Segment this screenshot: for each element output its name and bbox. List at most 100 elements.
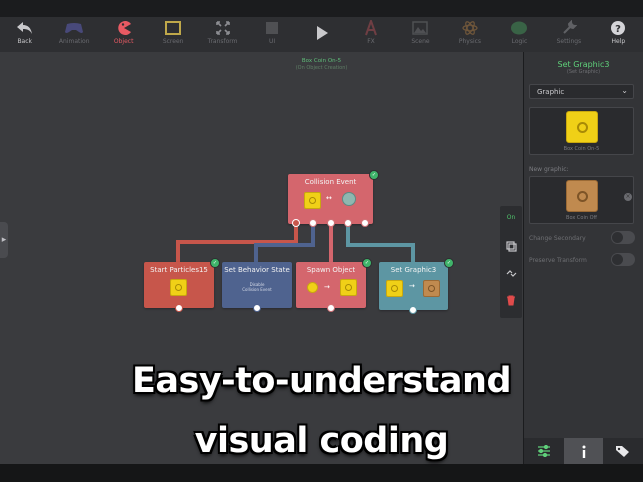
- toolbar-help-button[interactable]: ? Help: [594, 17, 643, 52]
- behavior-detail-2: Collision Event: [242, 287, 272, 292]
- node-collision-event[interactable]: Collision Event ↔ ✓: [288, 170, 379, 224]
- node-start-particles[interactable]: Start Particles15 ✓: [144, 258, 220, 308]
- toolbar-fx-button[interactable]: FX: [346, 17, 395, 52]
- coin-icon: [307, 282, 318, 293]
- particles-thumbnail: [170, 279, 187, 296]
- output-port[interactable]: [361, 219, 369, 227]
- toolbar-object-button[interactable]: Object: [99, 17, 148, 52]
- toolbar-logic-button[interactable]: Logic: [495, 17, 544, 52]
- arrow-icon: ↔: [326, 194, 332, 202]
- toolbar-label: Animation: [58, 38, 90, 45]
- toolbar-label: Help: [611, 38, 626, 45]
- box-coin-on-image: [566, 111, 598, 143]
- toolbar-label: Settings: [556, 38, 582, 45]
- arrow-icon: →: [409, 282, 415, 290]
- node-tool-column: On: [500, 206, 522, 318]
- on-toggle-label[interactable]: On: [500, 214, 522, 221]
- change-secondary-toggle[interactable]: [611, 231, 635, 244]
- output-port[interactable]: [309, 219, 317, 227]
- toolbar-transform-button[interactable]: Transform: [198, 17, 247, 52]
- toolbar-label: Scene: [411, 38, 430, 45]
- input-port[interactable]: [253, 304, 261, 312]
- node-set-graphic[interactable]: Set Graphic3 → ✓: [379, 258, 454, 310]
- toolbar-label: Object: [113, 38, 134, 45]
- back-arrow-icon: [15, 19, 35, 37]
- toolbar-label: Screen: [162, 38, 184, 45]
- connection-lines: [176, 222, 415, 262]
- pacman-icon: [114, 19, 134, 37]
- enabled-check-icon[interactable]: ✓: [362, 258, 372, 268]
- top-toolbar: Back Animation Object Screen Transform U…: [0, 17, 643, 52]
- link-icon[interactable]: [505, 267, 517, 279]
- toolbar-label: FX: [367, 38, 375, 45]
- select-value: Graphic: [537, 88, 565, 96]
- change-secondary-label: Change Secondary: [529, 235, 586, 242]
- toolbar-screen-button[interactable]: Screen: [148, 17, 197, 52]
- left-drawer-toggle[interactable]: ▸: [0, 222, 8, 258]
- current-graphic-box[interactable]: Box Coin On-5: [529, 107, 634, 155]
- toolbar-label: Physics: [458, 38, 482, 45]
- toolbar-animation-button[interactable]: Animation: [49, 17, 98, 52]
- toolbar-label: UI: [268, 38, 276, 45]
- panel-title: Set Graphic3: [557, 60, 610, 69]
- chevron-right-icon: ▸: [1, 235, 7, 245]
- image-icon: [410, 19, 430, 37]
- toolbar-scene-button[interactable]: Scene: [396, 17, 445, 52]
- toolbar-physics-button[interactable]: Physics: [445, 17, 494, 52]
- node-title: Collision Event: [304, 178, 357, 186]
- box-coin-off-thumbnail: [423, 280, 440, 297]
- toolbar-label: Back: [17, 38, 33, 45]
- new-graphic-label: New graphic:: [529, 166, 569, 173]
- current-graphic-caption: Box Coin On-5: [563, 146, 600, 152]
- help-icon: ?: [608, 19, 628, 37]
- logic-canvas[interactable]: [0, 52, 523, 464]
- node-title: Set Graphic3: [390, 266, 437, 274]
- svg-text:?: ?: [615, 24, 621, 35]
- toolbar-play-button[interactable]: [297, 17, 346, 52]
- input-port[interactable]: [327, 304, 335, 312]
- transform-icon: [213, 19, 233, 37]
- box-coin-on-thumbnail: [386, 280, 403, 297]
- output-port[interactable]: [327, 219, 335, 227]
- play-icon: [312, 24, 332, 42]
- node-title: Spawn Object: [306, 266, 356, 274]
- box-coin-thumbnail: [304, 192, 321, 209]
- node-spawn-object[interactable]: Spawn Object → ✓: [296, 258, 372, 308]
- output-port[interactable]: [292, 219, 300, 227]
- caption-line-2: visual coding: [194, 421, 449, 461]
- enabled-check-icon[interactable]: ✓: [369, 170, 379, 180]
- remove-graphic-icon[interactable]: ×: [624, 193, 632, 201]
- ui-icon: [262, 19, 282, 37]
- node-title: Set Behavior State: [224, 266, 290, 274]
- graphic-type-select[interactable]: Graphic ⌄: [529, 84, 634, 99]
- output-port[interactable]: [344, 219, 352, 227]
- input-port[interactable]: [175, 304, 183, 312]
- node-title: Start Particles15: [150, 266, 208, 274]
- trash-icon[interactable]: [505, 294, 517, 306]
- collision-target-icon: [342, 192, 356, 206]
- bottom-bar: [0, 464, 643, 482]
- toolbar-settings-button[interactable]: Settings: [544, 17, 593, 52]
- enabled-check-icon[interactable]: ✓: [444, 258, 454, 268]
- gamepad-icon: [64, 19, 84, 37]
- box-coin-off-image: [566, 180, 598, 212]
- caption-line-1: Easy-to-understand: [131, 361, 512, 401]
- enabled-check-icon[interactable]: ✓: [210, 258, 220, 268]
- copy-icon[interactable]: [505, 240, 517, 252]
- atom-icon: [460, 19, 480, 37]
- new-graphic-caption: Box Coin Off: [566, 215, 597, 221]
- toolbar-back-button[interactable]: Back: [0, 17, 49, 52]
- preserve-transform-toggle[interactable]: [611, 253, 635, 266]
- inspector-panel: Set Graphic3 (Set Graphic) Graphic ⌄ Box…: [524, 52, 643, 464]
- wrench-icon: [559, 19, 579, 37]
- toolbar-ui-button[interactable]: UI: [247, 17, 296, 52]
- toolbar-label: Logic: [511, 38, 528, 45]
- screen-icon: [163, 19, 183, 37]
- toolbar-label: Transform: [207, 38, 238, 45]
- arrow-icon: →: [324, 283, 330, 291]
- new-graphic-box[interactable]: Box Coin Off: [529, 176, 634, 224]
- fx-icon: [361, 19, 381, 37]
- input-port[interactable]: [409, 306, 417, 314]
- preserve-transform-label: Preserve Transform: [529, 257, 587, 264]
- node-set-behavior-state[interactable]: Set Behavior State Disable Collision Eve…: [222, 262, 292, 308]
